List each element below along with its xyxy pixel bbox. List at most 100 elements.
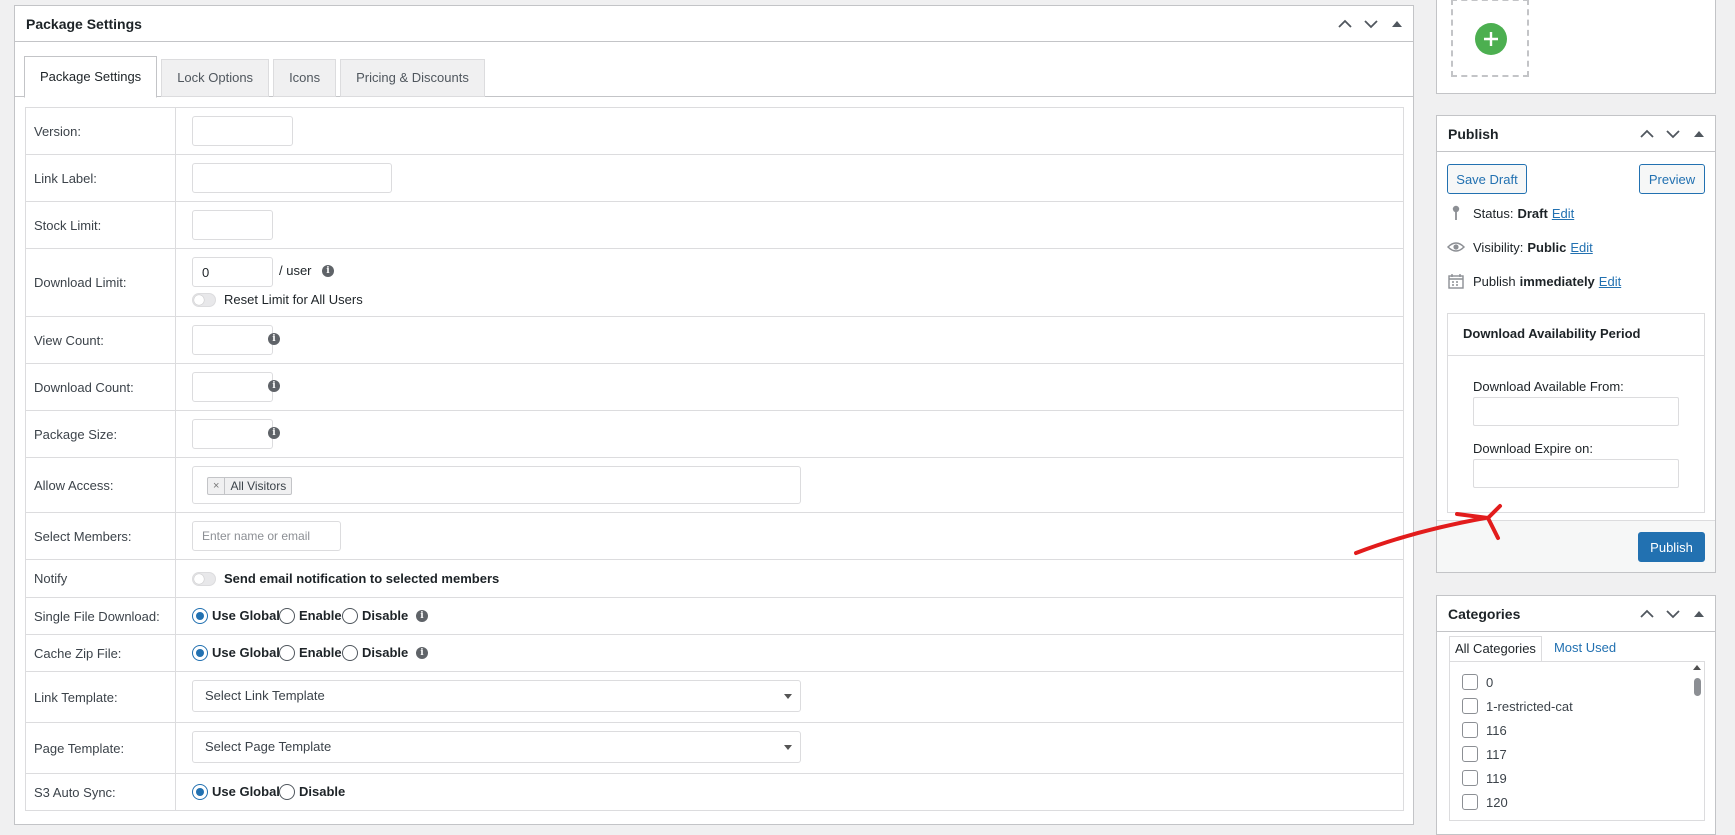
save-draft-button[interactable]: Save Draft [1447,164,1527,194]
preview-button[interactable]: Preview [1639,164,1705,194]
edit-visibility-link[interactable]: Edit [1570,240,1592,255]
publish-box: Publish Save Draft Preview Status: Draft… [1436,115,1716,573]
single-file-disable-radio[interactable] [342,608,358,624]
info-icon[interactable]: i [416,610,428,622]
row-version: Version: [26,108,1403,155]
row-link-label: Link Label: [26,155,1403,202]
page-template-select[interactable]: Select Page Template [192,731,801,763]
tab-most-used[interactable]: Most Used [1542,636,1621,662]
publish-button[interactable]: Publish [1638,532,1705,562]
status-label: Status: [1473,205,1514,221]
category-checkbox[interactable] [1462,698,1478,714]
disable-label: Disable [362,608,409,623]
single-file-use-global-radio[interactable] [192,608,208,624]
s3-disable-radio[interactable] [279,784,295,800]
link-template-select[interactable]: Select Link Template [192,680,801,712]
move-up-button[interactable] [1335,14,1355,34]
category-checkbox[interactable] [1462,770,1478,786]
add-image-area[interactable] [1451,0,1529,77]
add-button[interactable] [1475,23,1507,55]
scroll-up-icon[interactable] [1693,665,1701,670]
category-checkbox[interactable] [1462,746,1478,762]
allow-access-select[interactable]: × All Visitors [192,466,801,504]
view-count-input[interactable] [192,325,273,355]
package-size-input[interactable] [192,419,273,449]
cache-zip-disable-radio[interactable] [342,645,358,661]
s3-use-global-radio[interactable] [192,784,208,800]
edit-status-link[interactable]: Edit [1552,206,1574,221]
link-label-input[interactable] [192,163,392,193]
toggle-panel-button[interactable] [1689,124,1709,144]
version-input[interactable] [192,116,293,146]
info-icon[interactable]: i [268,333,280,345]
enable-label: Enable [299,608,342,623]
stock-limit-input[interactable] [192,210,273,240]
row-notify: Notify Send email notification to select… [26,560,1403,598]
info-icon[interactable]: i [416,647,428,659]
publish-value: immediately [1519,273,1595,289]
scrollbar-thumb[interactable] [1694,678,1701,696]
row-select-members: Select Members: [26,513,1403,560]
access-chip: × All Visitors [207,477,293,495]
move-down-button[interactable] [1663,124,1683,144]
status-value: Draft [1517,205,1548,221]
postbox-header: Package Settings [15,6,1413,42]
settings-tabs: Package Settings Lock Options Icons Pric… [24,52,485,98]
category-checkbox[interactable] [1462,794,1478,810]
tab-lock-options[interactable]: Lock Options [161,59,270,97]
link-template-label: Link Template: [26,672,176,722]
cache-zip-use-global-radio[interactable] [192,645,208,661]
expire-on-input[interactable] [1473,459,1679,488]
info-icon[interactable]: i [268,380,280,392]
single-file-enable-radio[interactable] [279,608,295,624]
chevron-up-icon [1640,129,1654,138]
download-limit-input[interactable] [192,257,273,287]
category-label: 1-restricted-cat [1486,698,1573,714]
triangle-up-icon [1694,131,1704,137]
reset-limit-toggle[interactable] [192,293,216,307]
availability-period-box: Download Availability Period Download Av… [1447,313,1705,513]
chevron-down-icon [784,745,792,750]
use-global-label: Use Global [212,784,280,799]
available-from-label: Download Available From: [1473,379,1624,394]
member-search-input[interactable] [192,521,341,551]
notify-toggle-label: Send email notification to selected memb… [224,571,500,586]
plus-icon [1484,32,1498,46]
category-label: 117 [1486,746,1507,762]
tab-icons[interactable]: Icons [273,59,337,97]
postbox-title: Categories [1448,606,1521,622]
category-checkbox[interactable] [1462,674,1478,690]
triangle-up-icon [1392,21,1402,27]
expire-on-label: Download Expire on: [1473,441,1593,456]
toggle-panel-button[interactable] [1387,14,1407,34]
move-up-button[interactable] [1637,604,1657,624]
download-count-input[interactable] [192,372,273,402]
tab-pricing-discounts[interactable]: Pricing & Discounts [340,59,485,97]
chevron-down-icon [784,694,792,699]
availability-title: Download Availability Period [1448,314,1704,356]
available-from-input[interactable] [1473,397,1679,426]
category-scrollbar[interactable] [1692,664,1702,820]
row-view-count: View Count: i [26,317,1403,364]
category-tabs: All Categories Most Used [1449,636,1621,662]
toggle-panel-button[interactable] [1689,604,1709,624]
move-down-button[interactable] [1663,604,1683,624]
category-checkbox[interactable] [1462,722,1478,738]
use-global-label: Use Global [212,645,280,660]
tab-all-categories[interactable]: All Categories [1449,636,1542,662]
link-template-value: Select Link Template [205,688,325,703]
notify-toggle[interactable] [192,572,216,586]
postbox-header: Publish [1437,116,1715,152]
publish-label: Publish [1473,273,1516,289]
pin-icon [1447,204,1465,222]
remove-chip-button[interactable]: × [208,478,226,494]
use-global-label: Use Global [212,608,280,623]
info-icon[interactable]: i [322,265,334,277]
move-up-button[interactable] [1637,124,1657,144]
tab-package-settings[interactable]: Package Settings [24,56,158,98]
list-item: 119 [1462,770,1507,786]
move-down-button[interactable] [1361,14,1381,34]
cache-zip-enable-radio[interactable] [279,645,295,661]
edit-schedule-link[interactable]: Edit [1599,274,1621,289]
info-icon[interactable]: i [268,427,280,439]
